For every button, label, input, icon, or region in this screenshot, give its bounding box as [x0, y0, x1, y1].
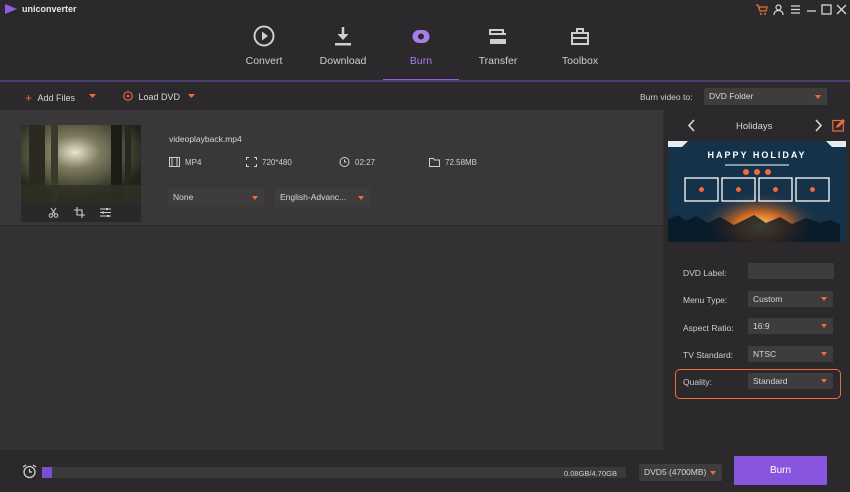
- film-icon: [169, 157, 180, 167]
- template-title: HAPPY HOLIDAY: [707, 150, 806, 160]
- dvd-label-label: DVD Label:: [683, 268, 727, 278]
- maximize-icon[interactable]: [820, 3, 833, 16]
- load-dvd-button[interactable]: Load DVD: [123, 90, 180, 102]
- template-preview-image: HAPPY HOLIDAY: [668, 141, 846, 242]
- burn-video-to-label: Burn video to:: [640, 92, 693, 102]
- chevron-down-icon: [821, 324, 827, 328]
- menu-type-value: Custom: [753, 294, 783, 304]
- video-thumbnail[interactable]: [21, 125, 141, 222]
- toolbar: + Add Files Load DVD Burn video to: DVD …: [0, 82, 850, 110]
- subtitle-select[interactable]: None: [168, 188, 264, 207]
- dvd-label-input[interactable]: [748, 263, 834, 279]
- app-name: uniconverter: [22, 4, 77, 14]
- resolution-icon: [246, 157, 257, 167]
- tab-label: Toolbox: [561, 55, 599, 67]
- tab-label: Download: [319, 55, 367, 67]
- download-icon: [335, 27, 351, 46]
- disc-type-value: DVD5 (4700MB): [644, 467, 707, 477]
- add-files-label: Add Files: [37, 93, 76, 103]
- video-filename: videoplayback.mp4: [169, 134, 242, 144]
- subtitle-value: None: [173, 192, 194, 202]
- title-bar: uniconverter Convert Download Burn Trans…: [0, 0, 850, 82]
- video-duration: 02:27: [355, 158, 376, 167]
- quality-label: Quality:: [683, 377, 712, 387]
- edit-template-icon[interactable]: [832, 119, 845, 132]
- audio-track-value: English-Advanc...: [280, 192, 347, 202]
- aspect-ratio-label: Aspect Ratio:: [683, 323, 734, 333]
- thumbnail-tools: [21, 205, 141, 221]
- account-icon[interactable]: [772, 3, 785, 16]
- burn-button[interactable]: Burn: [734, 456, 827, 485]
- tab-download[interactable]: Download: [305, 20, 381, 80]
- convert-icon: [253, 25, 275, 47]
- menu-type-label: Menu Type:: [683, 295, 728, 305]
- close-icon[interactable]: [835, 3, 848, 16]
- crop-icon[interactable]: [74, 207, 85, 218]
- next-template-icon[interactable]: [814, 119, 823, 132]
- video-list: videoplayback.mp4 MP4 720*480 02:27 72.5…: [0, 110, 663, 450]
- folder-icon: [429, 158, 440, 167]
- scissors-icon[interactable]: [48, 207, 59, 218]
- quality-select[interactable]: Standard: [748, 373, 833, 389]
- template-preview[interactable]: HAPPY HOLIDAY: [668, 141, 846, 242]
- quality-value: Standard: [753, 376, 788, 386]
- add-files-dropdown-icon[interactable]: [89, 94, 96, 99]
- burn-icon: [412, 30, 430, 43]
- tab-label: Burn: [409, 55, 433, 67]
- chevron-down-icon: [252, 195, 258, 200]
- clock-icon: [339, 157, 350, 167]
- tab-transfer[interactable]: Transfer: [460, 20, 536, 80]
- tab-label: Convert: [245, 55, 283, 67]
- tv-standard-value: NTSC: [753, 349, 777, 359]
- disc-type-select[interactable]: DVD5 (4700MB): [639, 464, 722, 481]
- video-size: 72.58MB: [445, 158, 478, 167]
- video-resolution: 720*480: [262, 158, 292, 167]
- adjust-icon[interactable]: [100, 207, 111, 218]
- video-format: MP4: [185, 158, 202, 167]
- cart-icon[interactable]: [755, 3, 768, 16]
- tv-standard-label: TV Standard:: [683, 350, 734, 360]
- minimize-icon[interactable]: [805, 3, 818, 16]
- chevron-down-icon: [821, 297, 827, 301]
- load-dvd-label: Load DVD: [138, 92, 181, 102]
- chevron-down-icon: [821, 352, 827, 356]
- disc-usage-bar: [42, 467, 626, 478]
- app-logo-icon: [5, 4, 17, 14]
- disc-icon: [123, 91, 133, 101]
- template-name: Holidays: [736, 121, 773, 132]
- load-dvd-dropdown-icon[interactable]: [188, 94, 195, 99]
- add-files-button[interactable]: + Add Files: [25, 90, 76, 105]
- disc-usage-text: 0.08GB/4.70GB: [564, 469, 617, 478]
- tab-burn[interactable]: Burn: [383, 20, 459, 82]
- list-item[interactable]: videoplayback.mp4 MP4 720*480 02:27 72.5…: [0, 110, 663, 226]
- tab-convert[interactable]: Convert: [226, 20, 302, 80]
- audio-track-select[interactable]: English-Advanc...: [275, 188, 370, 207]
- tab-toolbox[interactable]: Toolbox: [542, 20, 618, 80]
- alarm-clock-icon[interactable]: [22, 464, 37, 479]
- previous-template-icon[interactable]: [687, 119, 696, 132]
- plus-icon: +: [25, 91, 33, 105]
- chevron-down-icon: [710, 470, 716, 475]
- menu-type-select[interactable]: Custom: [748, 291, 833, 307]
- burn-target-select[interactable]: DVD Folder: [704, 88, 827, 105]
- menu-icon[interactable]: [789, 3, 802, 16]
- disc-usage-fill: [42, 467, 52, 478]
- burn-target-value: DVD Folder: [709, 91, 754, 101]
- toolbox-icon: [571, 28, 589, 45]
- chevron-down-icon: [821, 379, 827, 383]
- tab-label: Transfer: [478, 55, 518, 67]
- chevron-down-icon: [815, 94, 821, 99]
- transfer-icon: [489, 29, 506, 44]
- chevron-down-icon: [358, 195, 364, 200]
- aspect-ratio-value: 16:9: [753, 321, 770, 331]
- aspect-ratio-select[interactable]: 16:9: [748, 318, 833, 334]
- tv-standard-select[interactable]: NTSC: [748, 346, 833, 362]
- thumbnail-image: [21, 125, 141, 203]
